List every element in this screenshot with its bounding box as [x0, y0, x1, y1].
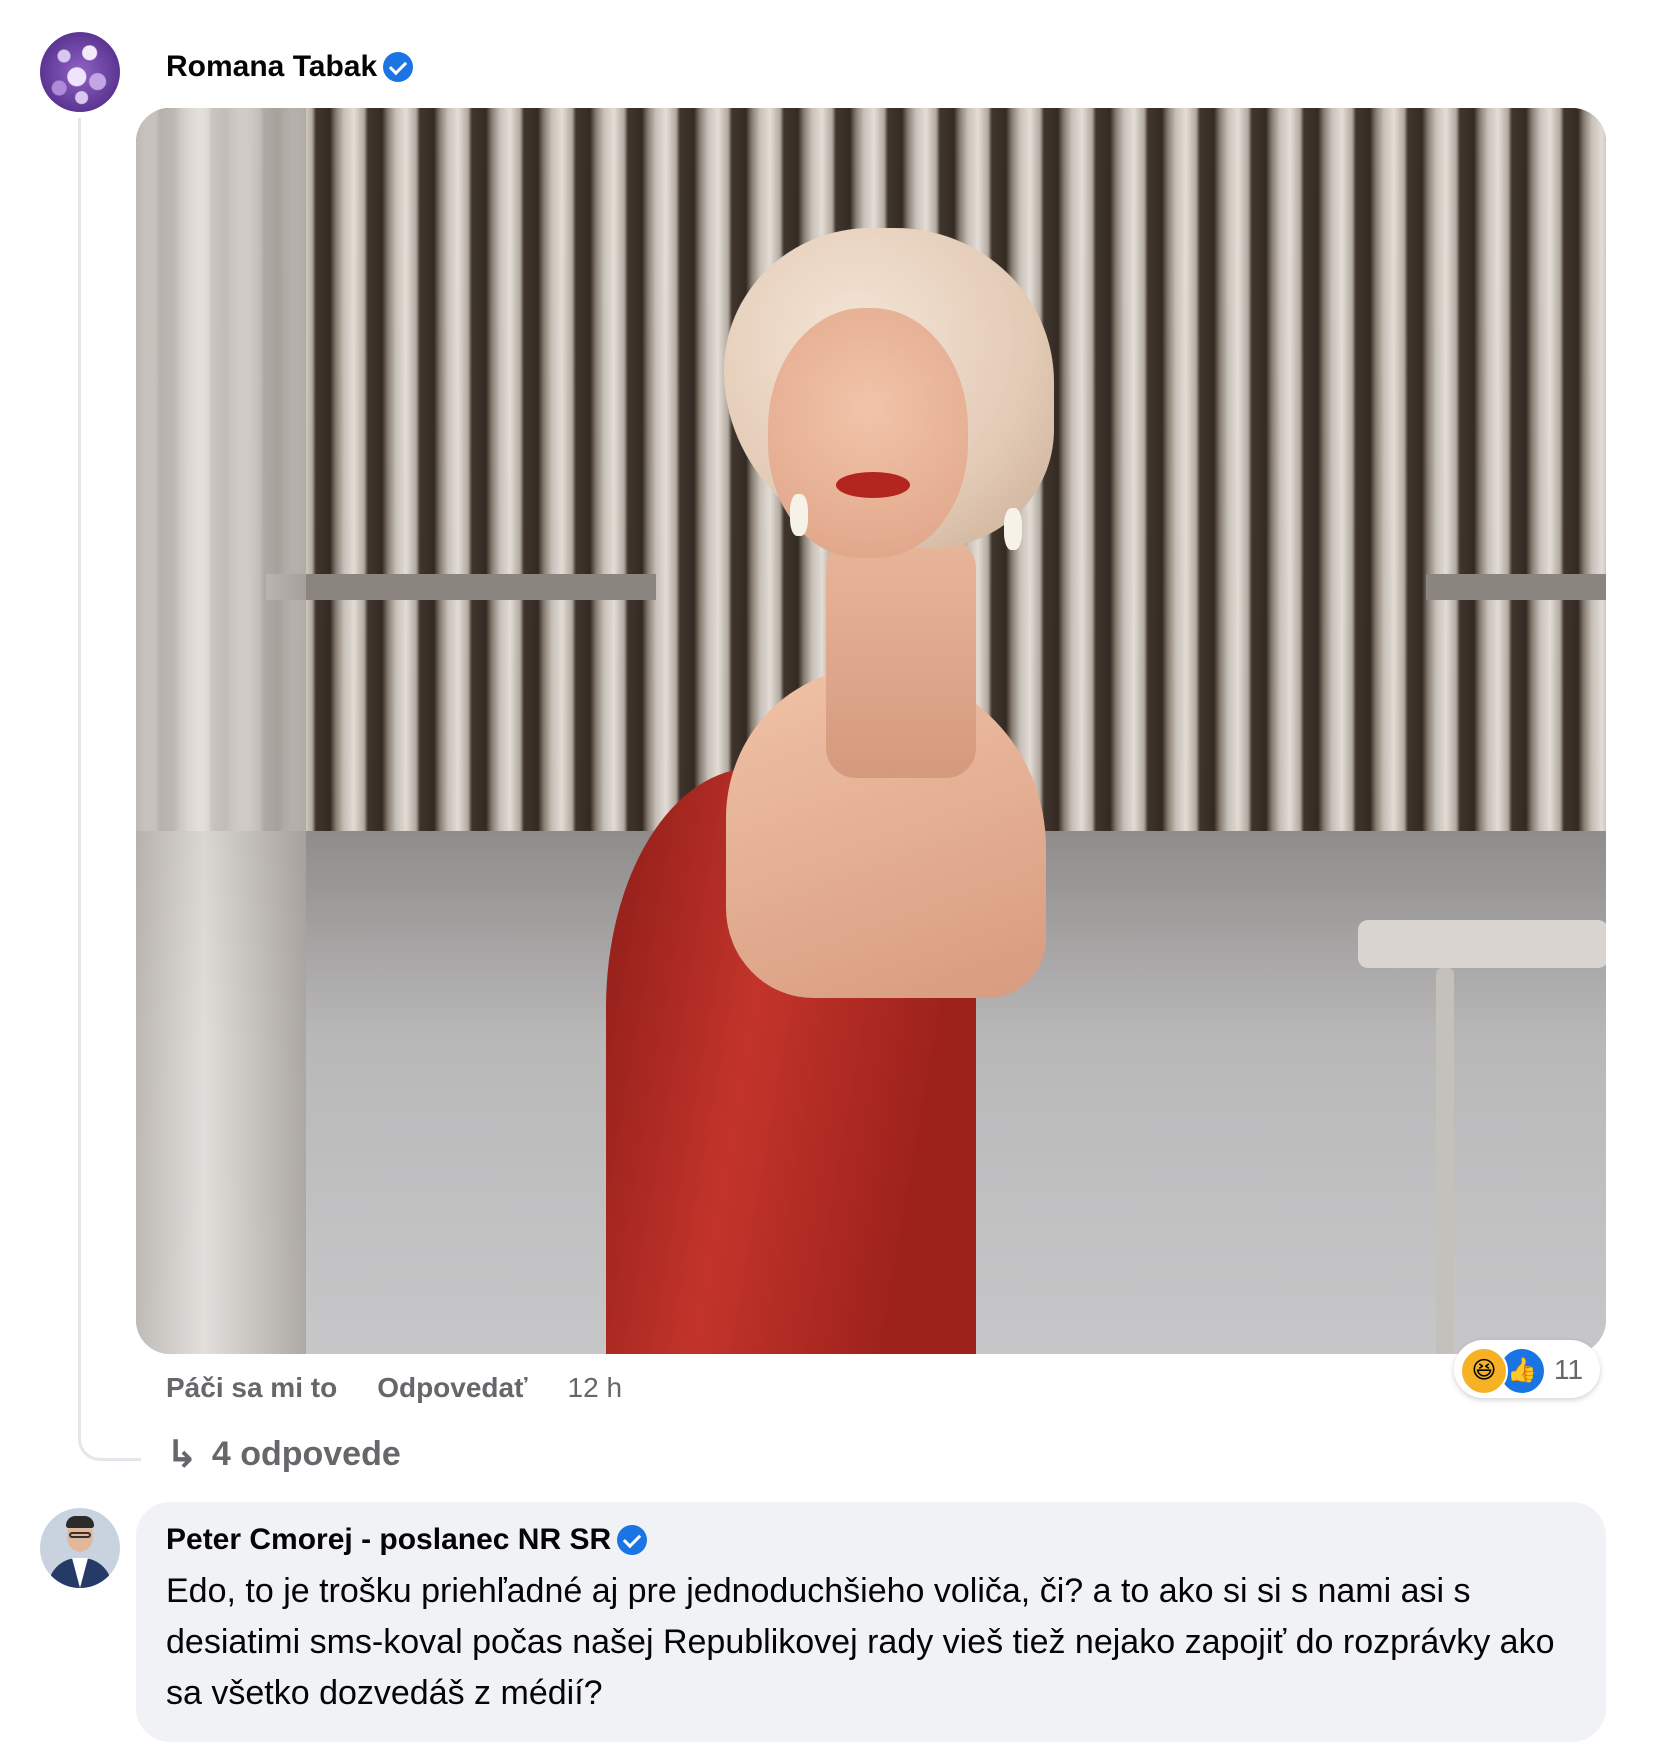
verified-badge-icon: [617, 1525, 648, 1555]
gif-attachment[interactable]: [136, 108, 1606, 1354]
timestamp[interactable]: 12 h: [568, 1372, 623, 1404]
reply-arrow-icon: ↳: [166, 1434, 198, 1476]
earring: [790, 494, 808, 536]
stool-seat: [1358, 920, 1606, 968]
avatar-glasses: [69, 1532, 91, 1538]
comment-author[interactable]: Romana Tabak: [166, 50, 414, 84]
comment-text: Edo, to je trošku priehľadné aj pre jedn…: [166, 1572, 1555, 1712]
thread-connector-line: [78, 118, 141, 1461]
set-rail: [266, 574, 656, 600]
reply-link[interactable]: Odpovedať: [377, 1372, 527, 1404]
comment-actions: Páči sa mi to Odpovedať 12 h: [166, 1372, 622, 1404]
author-name[interactable]: Peter Cmorej - poslanec NR SR: [166, 1523, 611, 1557]
avatar-hair: [66, 1516, 94, 1528]
drape: [136, 108, 306, 1354]
set-rail: [1426, 574, 1606, 600]
author-name[interactable]: Romana Tabak: [166, 50, 377, 84]
verified-badge-icon: [383, 52, 414, 82]
comment-author[interactable]: Peter Cmorej - poslanec NR SR: [166, 1523, 648, 1557]
stool-leg: [1436, 968, 1454, 1354]
avatar[interactable]: [40, 32, 120, 112]
haha-icon: 😆: [1460, 1347, 1508, 1395]
earring: [1004, 508, 1022, 550]
reactions-summary[interactable]: 😆 👍 11: [1454, 1340, 1600, 1398]
view-replies-button[interactable]: ↳ 4 odpovede: [166, 1432, 401, 1477]
figure-lips: [836, 472, 910, 498]
reaction-count: 11: [1554, 1354, 1584, 1385]
avatar[interactable]: [40, 1508, 120, 1588]
replies-count-label: 4 odpovede: [211, 1435, 401, 1473]
figure-neck: [826, 538, 976, 778]
like-link[interactable]: Páči sa mi to: [166, 1372, 337, 1404]
